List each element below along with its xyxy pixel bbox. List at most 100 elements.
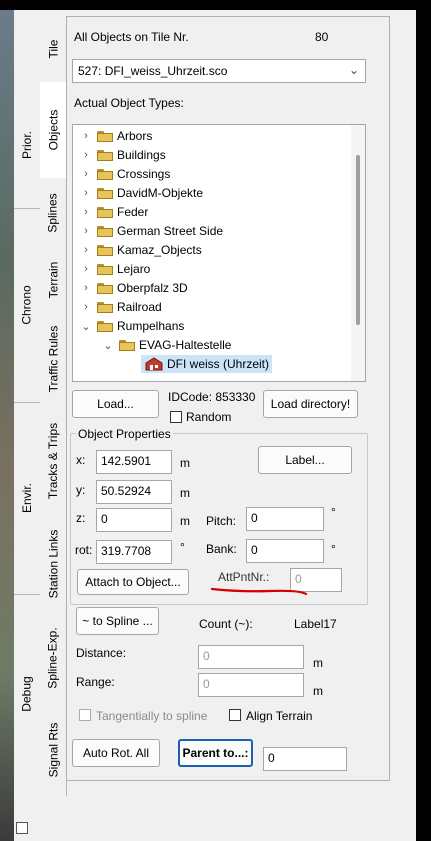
tab-envir[interactable]: Envir. <box>14 402 40 595</box>
window-edge-top <box>0 0 431 10</box>
chevron-down-icon: ⌄ <box>81 320 91 333</box>
tree-item[interactable]: › Buildings <box>81 146 166 164</box>
distance-input[interactable]: 0 <box>198 645 304 669</box>
range-unit: m <box>313 684 323 698</box>
tree-item[interactable]: › Feder <box>81 203 148 221</box>
tab-terrain[interactable]: Terrain <box>40 248 67 312</box>
x-label: x: <box>76 453 86 467</box>
inner-tab-column: Tile Objects Splines Terrain Traffic Rul… <box>40 16 67 796</box>
chevron-right-icon: › <box>84 168 88 180</box>
folder-icon <box>97 263 113 275</box>
tree-item[interactable]: › Crossings <box>81 165 170 183</box>
y-label: y: <box>76 483 86 497</box>
background-strip <box>0 10 14 841</box>
rot-label: rot: <box>75 543 93 557</box>
tab-tile[interactable]: Tile <box>40 16 67 82</box>
idcode-label: IDCode: 853330 <box>168 390 256 404</box>
chevron-right-icon: › <box>84 130 88 142</box>
chevron-right-icon: › <box>84 187 88 199</box>
folder-icon <box>97 130 113 142</box>
object-file-value: 527: DFI_weiss_Uhrzeit.sco <box>78 64 228 78</box>
tile-objects-label: All Objects on Tile Nr. <box>74 30 189 44</box>
tree-item[interactable]: › Railroad <box>81 298 162 316</box>
chevron-right-icon: › <box>84 244 88 256</box>
distance-label: Distance: <box>76 646 127 660</box>
attach-to-object-button[interactable]: Attach to Object... <box>77 569 189 595</box>
y-input[interactable]: 50.52924 <box>96 480 172 504</box>
bank-unit: ° <box>331 542 336 556</box>
load-directory-button[interactable]: Load directory! <box>263 390 358 418</box>
folder-icon <box>97 206 113 218</box>
random-checkbox[interactable] <box>170 411 182 423</box>
object-properties-title: Object Properties <box>76 427 173 441</box>
chevron-down-icon: ⌄ <box>103 339 113 352</box>
tab-objects[interactable]: Objects <box>40 82 66 178</box>
to-spline-button[interactable]: ~ to Spline ... <box>76 607 159 635</box>
folder-icon <box>97 244 113 256</box>
chevron-right-icon: › <box>84 225 88 237</box>
tab-prior[interactable]: Prior. <box>14 82 40 209</box>
align-terrain-checkbox[interactable] <box>229 709 241 721</box>
parent-input[interactable]: 0 <box>263 747 347 771</box>
z-input[interactable]: 0 <box>96 508 172 532</box>
folder-open-icon <box>119 339 135 351</box>
label-button[interactable]: Label... <box>258 446 352 474</box>
tab-station-links[interactable]: Station Links <box>40 516 67 612</box>
bank-input[interactable]: 0 <box>246 539 324 563</box>
tree-scrollbar[interactable] <box>351 125 365 381</box>
attpnt-label: AttPntNr.: <box>218 570 270 584</box>
auto-rot-all-button[interactable]: Auto Rot. All <box>72 739 160 767</box>
tab-debug[interactable]: Debug <box>14 594 40 794</box>
object-type-tree[interactable]: › Arbors › Buildings › Crossings › DavidM-Ob… <box>72 124 366 382</box>
folder-open-icon <box>97 320 113 332</box>
chevron-right-icon: › <box>84 206 88 218</box>
tree-item[interactable]: › Oberpfalz 3D <box>81 279 188 297</box>
distance-unit: m <box>313 656 323 670</box>
tree-leaf-selected[interactable]: DFI weiss (Uhrzeit) <box>141 355 273 373</box>
folder-icon <box>97 301 113 313</box>
tangential-label: Tangentially to spline <box>96 709 208 723</box>
scrollbar-thumb[interactable] <box>356 155 360 325</box>
z-unit: m <box>180 514 190 528</box>
tangential-checkbox[interactable] <box>79 709 91 721</box>
rot-unit: ° <box>180 540 185 554</box>
tree-leaf[interactable] <box>141 374 201 381</box>
range-input[interactable]: 0 <box>198 673 304 697</box>
tab-chrono[interactable]: Chrono <box>14 208 40 403</box>
range-label: Range: <box>76 675 115 689</box>
chevron-right-icon: › <box>84 301 88 313</box>
chevron-right-icon: › <box>84 282 88 294</box>
tab-tracks-trips[interactable]: Tracks & Trips <box>40 406 67 516</box>
tab-spline-exp[interactable]: Spline-Exp. <box>40 612 67 704</box>
load-button[interactable]: Load... <box>72 390 159 418</box>
tab-traffic-rules[interactable]: Traffic Rules <box>40 312 67 406</box>
tab-splines[interactable]: Splines <box>40 178 67 248</box>
x-input[interactable]: 142.5901 <box>96 450 172 474</box>
bottom-checkbox[interactable] <box>16 822 28 834</box>
red-annotation-underline <box>210 587 308 596</box>
tree-item[interactable]: ⌄ Rumpelhans <box>81 317 184 335</box>
tab-signal-rts[interactable]: Signal Rts <box>40 704 67 796</box>
tree-item[interactable]: › DavidM-Objekte <box>81 184 203 202</box>
pitch-input[interactable]: 0 <box>246 507 324 531</box>
tree-item[interactable]: › German Street Side <box>81 222 223 240</box>
rot-input[interactable]: 319.7708 <box>96 540 172 564</box>
x-unit: m <box>180 456 190 470</box>
tree-item[interactable]: › Kamaz_Objects <box>81 241 202 259</box>
parent-to-button[interactable]: Parent to...: <box>178 739 253 767</box>
tree-subitem[interactable]: ⌄ EVAG-Haltestelle <box>103 336 231 354</box>
pitch-label: Pitch: <box>206 514 237 528</box>
chevron-down-icon: ⌄ <box>348 63 359 77</box>
folder-icon <box>97 187 113 199</box>
tree-item[interactable]: › Lejaro <box>81 260 150 278</box>
y-unit: m <box>180 486 190 500</box>
chevron-right-icon: › <box>84 149 88 161</box>
tree-item[interactable]: › Arbors <box>81 127 152 145</box>
random-label: Random <box>186 410 232 424</box>
z-label: z: <box>76 511 86 525</box>
bank-label: Bank: <box>206 542 237 556</box>
folder-icon <box>97 282 113 294</box>
folder-icon <box>97 168 113 180</box>
object-file-select[interactable]: 527: DFI_weiss_Uhrzeit.sco ⌄ <box>72 59 366 83</box>
align-terrain-label: Align Terrain <box>246 709 313 723</box>
